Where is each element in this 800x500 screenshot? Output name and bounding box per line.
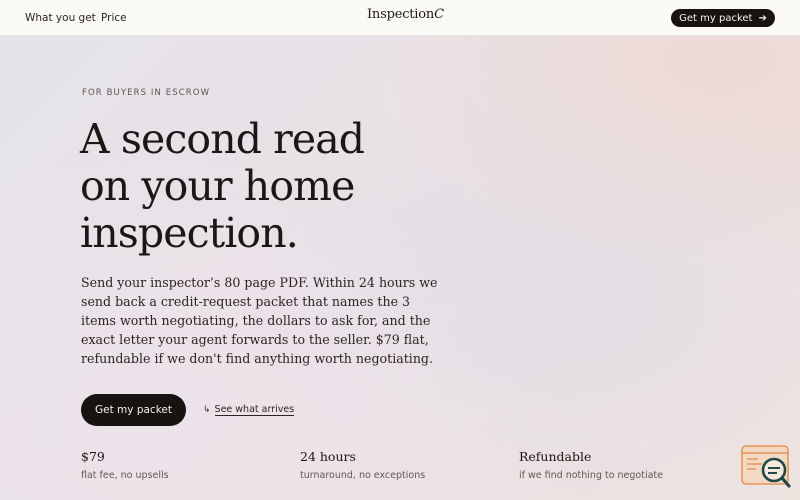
return-arrow-icon: ↳ <box>203 405 211 415</box>
headline-line-1: A second read <box>80 115 365 163</box>
stat-value: $79 <box>81 449 105 464</box>
chat-widget-button[interactable] <box>740 444 792 492</box>
chat-search-icon <box>741 445 791 488</box>
stat-turnaround: 24 hours turnaround, no exceptions <box>300 449 425 481</box>
headline-line-2: on your home <box>80 162 355 210</box>
hero-description: Send your inspector’s 80 page PDF. Withi… <box>81 275 438 367</box>
stat-value: Refundable <box>519 449 592 464</box>
stat-refundable: Refundable if we find nothing to negotia… <box>519 449 663 481</box>
stat-caption: flat fee, no upsells <box>81 470 169 481</box>
stat-price: $79 flat fee, no upsells <box>81 449 169 481</box>
headline-line-3: inspection. <box>80 209 299 257</box>
stat-value: 24 hours <box>300 449 356 464</box>
stat-caption: turnaround, no exceptions <box>300 470 426 481</box>
nav-cta-label: Get my packet <box>679 12 753 24</box>
logo-mark: C <box>434 7 444 22</box>
nav-link-what-you-get[interactable]: What you get <box>25 12 96 24</box>
get-packet-button[interactable]: Get my packet <box>81 394 186 426</box>
arrow-right-icon: ➔ <box>758 12 767 24</box>
hero-headline: A second read on your home inspection. <box>80 116 500 257</box>
hero-eyebrow: FOR BUYERS IN ESCROW <box>82 88 211 98</box>
logo-text: Inspection <box>367 7 435 22</box>
see-what-arrives-link[interactable]: ↳ See what arrives <box>203 404 295 416</box>
nav-link-price[interactable]: Price <box>101 12 127 24</box>
nav-get-packet-button[interactable]: Get my packet ➔ <box>671 9 775 27</box>
site-logo[interactable]: InspectionC <box>367 7 444 22</box>
see-what-arrives-label: See what arrives <box>214 404 295 416</box>
top-nav: What you get Price InspectionC Get my pa… <box>0 0 800 36</box>
stat-caption: if we find nothing to negotiate <box>519 470 664 481</box>
